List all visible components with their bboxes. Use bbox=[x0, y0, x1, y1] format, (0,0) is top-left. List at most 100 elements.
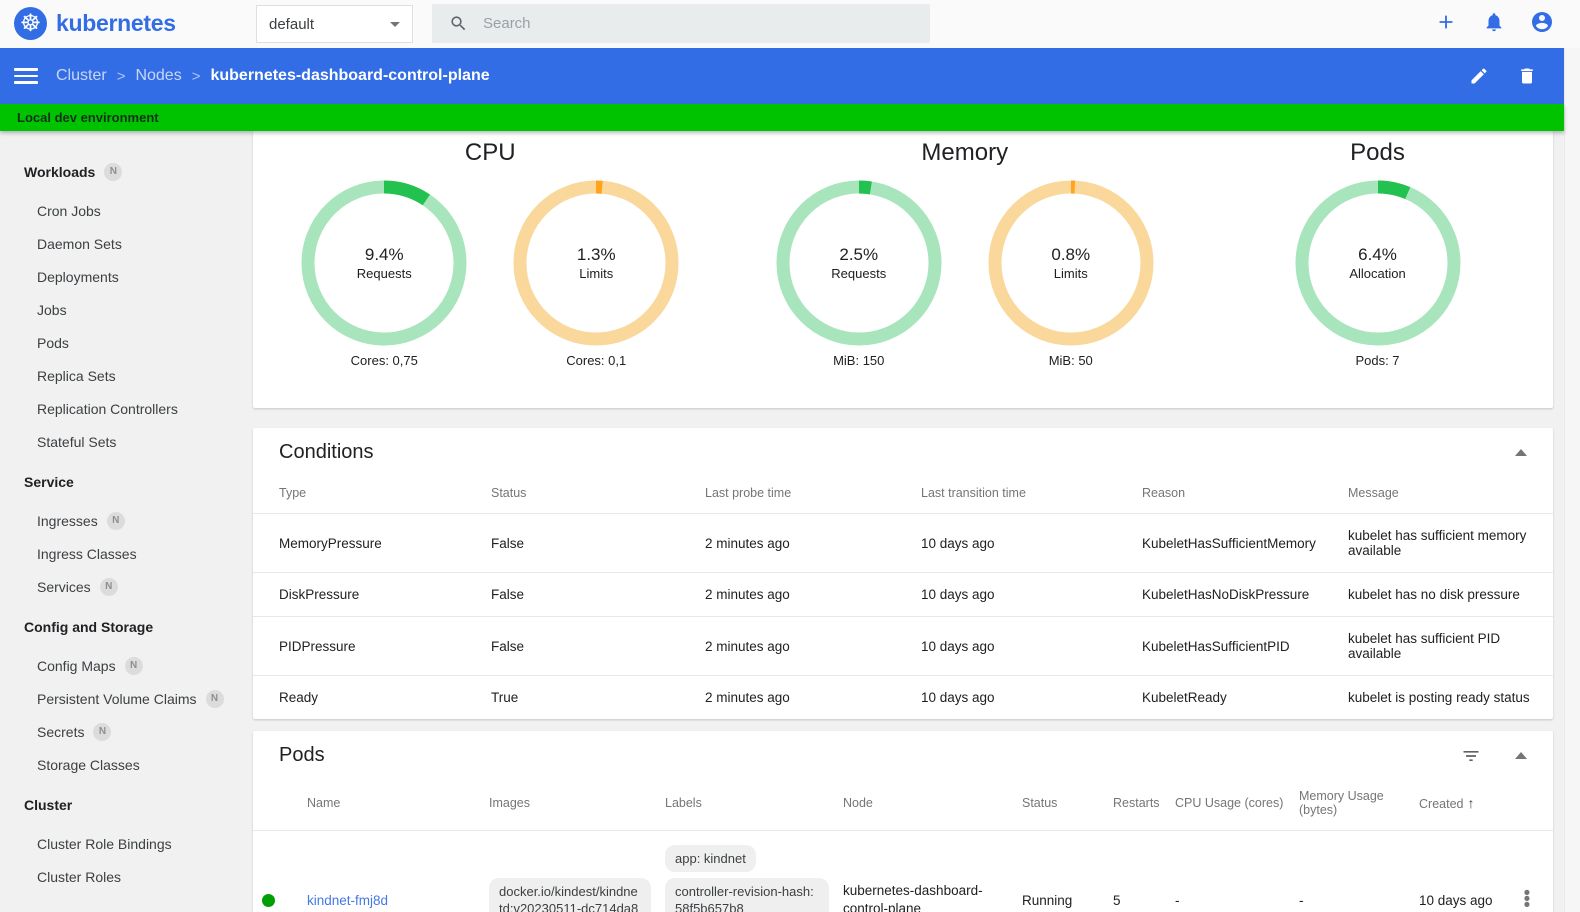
menu-hamburger-icon[interactable] bbox=[14, 64, 38, 88]
sidebar-item-label: Persistent Volume Claims bbox=[37, 690, 197, 707]
donut-percent: 9.4% bbox=[364, 245, 404, 264]
sidebar-item-stateful-sets[interactable]: Stateful Sets bbox=[0, 425, 250, 458]
donut-center-text: 1.3% Limits bbox=[512, 179, 680, 347]
sidebar-item-services[interactable]: Services N bbox=[0, 570, 250, 603]
sidebar-item-cron-jobs[interactable]: Cron Jobs bbox=[0, 194, 250, 227]
pod-name-link[interactable]: kindnet-fmj8d bbox=[307, 893, 388, 908]
pod-status-text-cell: Running bbox=[1022, 892, 1073, 908]
donut-caption: MiB: 50 bbox=[1048, 353, 1093, 368]
main-content: CPU 9.4% Requests Cores: 0,75 1.3% Limits Core… bbox=[250, 131, 1564, 912]
pods-table: Name Images Labels Node Status Restarts CPU Us… bbox=[253, 776, 1553, 912]
pods-col-cpu-usage-cores[interactable]: CPU Usage (cores) bbox=[1175, 776, 1299, 831]
breadcrumb-link-nodes[interactable]: Nodes bbox=[135, 67, 181, 85]
add-resource-icon[interactable] bbox=[1434, 10, 1458, 34]
kubernetes-logo[interactable]: ☸ kubernetes bbox=[14, 7, 176, 40]
conditions-cell: 10 days ago bbox=[921, 690, 995, 705]
sidebar-item-replication-controllers[interactable]: Replication Controllers bbox=[0, 392, 250, 425]
new-badge: N bbox=[99, 577, 118, 596]
donut-caption: MiB: 150 bbox=[833, 353, 885, 368]
breadcrumb: Cluster > Nodes > kubernetes-dashboard-contr… bbox=[56, 67, 490, 85]
donut-gauge-cpu-limits: 1.3% Limits Cores: 0,1 bbox=[512, 179, 680, 368]
sidebar-item-label: Stateful Sets bbox=[37, 433, 117, 450]
topbar-actions bbox=[1434, 10, 1554, 34]
sidebar-item-label: Replica Sets bbox=[37, 367, 116, 384]
pods-collapse-icon[interactable] bbox=[1515, 752, 1527, 759]
conditions-collapse-icon[interactable] bbox=[1515, 449, 1527, 456]
top-bar: ☸ kubernetes default bbox=[0, 0, 1580, 48]
sidebar-item-persistent-volume-claims[interactable]: Persistent Volume Claims N bbox=[0, 682, 250, 715]
sidebar-item-label: Secrets bbox=[37, 723, 85, 740]
donut-gauge-memory-requests: 2.5% Requests MiB: 150 bbox=[775, 179, 943, 368]
pods-col-name[interactable]: Name bbox=[307, 776, 489, 831]
sidebar-nav: Workloads N Cron Jobs Daemon Sets Deployment… bbox=[0, 131, 250, 912]
sidebar-item-config-maps[interactable]: Config Maps N bbox=[0, 649, 250, 682]
sidebar-item-cluster-role-bindings[interactable]: Cluster Role Bindings bbox=[0, 827, 250, 860]
conditions-cell: 10 days ago bbox=[921, 513, 1142, 573]
sidebar-item-ingress-classes[interactable]: Ingress Classes bbox=[0, 537, 250, 570]
sidebar-item-storage-classes[interactable]: Storage Classes bbox=[0, 748, 250, 781]
new-badge: N bbox=[93, 722, 112, 741]
sidebar-item-pods[interactable]: Pods bbox=[0, 326, 250, 359]
filter-icon[interactable] bbox=[1461, 746, 1481, 766]
sidebar-section-workloads: Workloads N bbox=[0, 155, 250, 188]
conditions-cell: 2 minutes ago bbox=[705, 513, 921, 573]
sidebar-item-ingresses[interactable]: Ingresses N bbox=[0, 504, 250, 537]
conditions-col-reason: Reason bbox=[1142, 473, 1348, 514]
kebab-menu-icon[interactable]: • • • bbox=[1515, 884, 1539, 912]
pod-created-cell: 10 days ago bbox=[1419, 892, 1493, 908]
donut-center-text: 6.4% Allocation bbox=[1294, 179, 1462, 347]
namespace-select[interactable]: default bbox=[256, 5, 413, 43]
sidebar-item-secrets[interactable]: Secrets N bbox=[0, 715, 250, 748]
breadcrumb-separator-icon: > bbox=[116, 67, 126, 85]
pods-col-images[interactable]: Images bbox=[489, 776, 665, 831]
sort-ascending-icon: ↑ bbox=[1467, 795, 1475, 811]
donut-chart: 0.8% Limits bbox=[987, 179, 1155, 347]
sidebar-section-cluster: Cluster bbox=[0, 788, 250, 821]
sidebar-item-label: Cluster Role Bindings bbox=[37, 835, 172, 852]
conditions-cell: False bbox=[491, 572, 705, 617]
pods-card: Pods Name Images Labels Node Status Restarts C… bbox=[253, 731, 1553, 912]
sidebar-item-replica-sets[interactable]: Replica Sets bbox=[0, 359, 250, 392]
pods-col-restarts[interactable]: Restarts bbox=[1113, 776, 1175, 831]
pod-actions-cell: • • • bbox=[1515, 831, 1553, 912]
conditions-cell: 10 days ago bbox=[921, 616, 1142, 676]
sidebar-item-cluster-roles[interactable]: Cluster Roles bbox=[0, 860, 250, 893]
scrollbar-gutter[interactable] bbox=[1564, 48, 1580, 912]
sidebar-item-deployments[interactable]: Deployments bbox=[0, 260, 250, 293]
conditions-table: Type Status Last probe time Last transition… bbox=[253, 473, 1553, 719]
pod-memory-usage-cell: - bbox=[1299, 892, 1304, 908]
search-input[interactable] bbox=[483, 15, 863, 32]
sidebar-item-daemon-sets[interactable]: Daemon Sets bbox=[0, 227, 250, 260]
account-circle-icon[interactable] bbox=[1530, 10, 1554, 34]
donut-percent: 0.8% bbox=[1051, 245, 1091, 264]
sidebar-item-jobs[interactable]: Jobs bbox=[0, 293, 250, 326]
pods-col-memory-usage-bytes[interactable]: Memory Usage (bytes) bbox=[1299, 776, 1419, 831]
donut-gauge-cpu-requests: 9.4% Requests Cores: 0,75 bbox=[300, 179, 468, 368]
sidebar-item-label: Replication Controllers bbox=[37, 400, 178, 417]
new-badge: N bbox=[205, 689, 224, 708]
conditions-title: Conditions bbox=[279, 441, 374, 463]
pods-col-created[interactable]: Created ↑ bbox=[1419, 776, 1515, 831]
donut-row: 2.5% Requests MiB: 150 0.8% Limits MiB: 50 bbox=[775, 179, 1155, 368]
sidebar-item-label: Deployments bbox=[37, 268, 119, 285]
conditions-col-last-transition-time: Last transition time bbox=[921, 473, 1142, 514]
sidebar-item-label: Services bbox=[37, 578, 91, 595]
donut-chart: 2.5% Requests bbox=[775, 179, 943, 347]
pods-col-node[interactable]: Node bbox=[843, 776, 1022, 831]
pod-row-kindnet-fmj8d: kindnet-fmj8d docker.io/kindest/kindnetd:… bbox=[253, 831, 1553, 912]
pods-col-labels[interactable]: Labels bbox=[665, 776, 843, 831]
conditions-cell: KubeletHasSufficientPID bbox=[1142, 616, 1348, 676]
donut-percent: 6.4% bbox=[1358, 245, 1397, 264]
allocation-charts-card: CPU 9.4% Requests Cores: 0,75 1.3% Limits Core… bbox=[253, 131, 1553, 408]
conditions-cell: False bbox=[491, 616, 705, 676]
kubernetes-wordmark: kubernetes bbox=[56, 10, 176, 36]
edit-pencil-icon[interactable] bbox=[1468, 65, 1490, 87]
delete-trash-icon[interactable] bbox=[1516, 65, 1538, 87]
donut-label: Limits bbox=[1053, 266, 1088, 281]
pod-node-name: kubernetes-dashboard-control-plane bbox=[843, 883, 983, 912]
sidebar-item-label: Jobs bbox=[37, 301, 67, 318]
breadcrumb-link-cluster[interactable]: Cluster bbox=[56, 67, 107, 85]
notifications-bell-icon[interactable] bbox=[1482, 10, 1506, 34]
pods-col-status[interactable]: Status bbox=[1022, 776, 1113, 831]
allocation-group-title: Pods bbox=[1350, 139, 1405, 166]
